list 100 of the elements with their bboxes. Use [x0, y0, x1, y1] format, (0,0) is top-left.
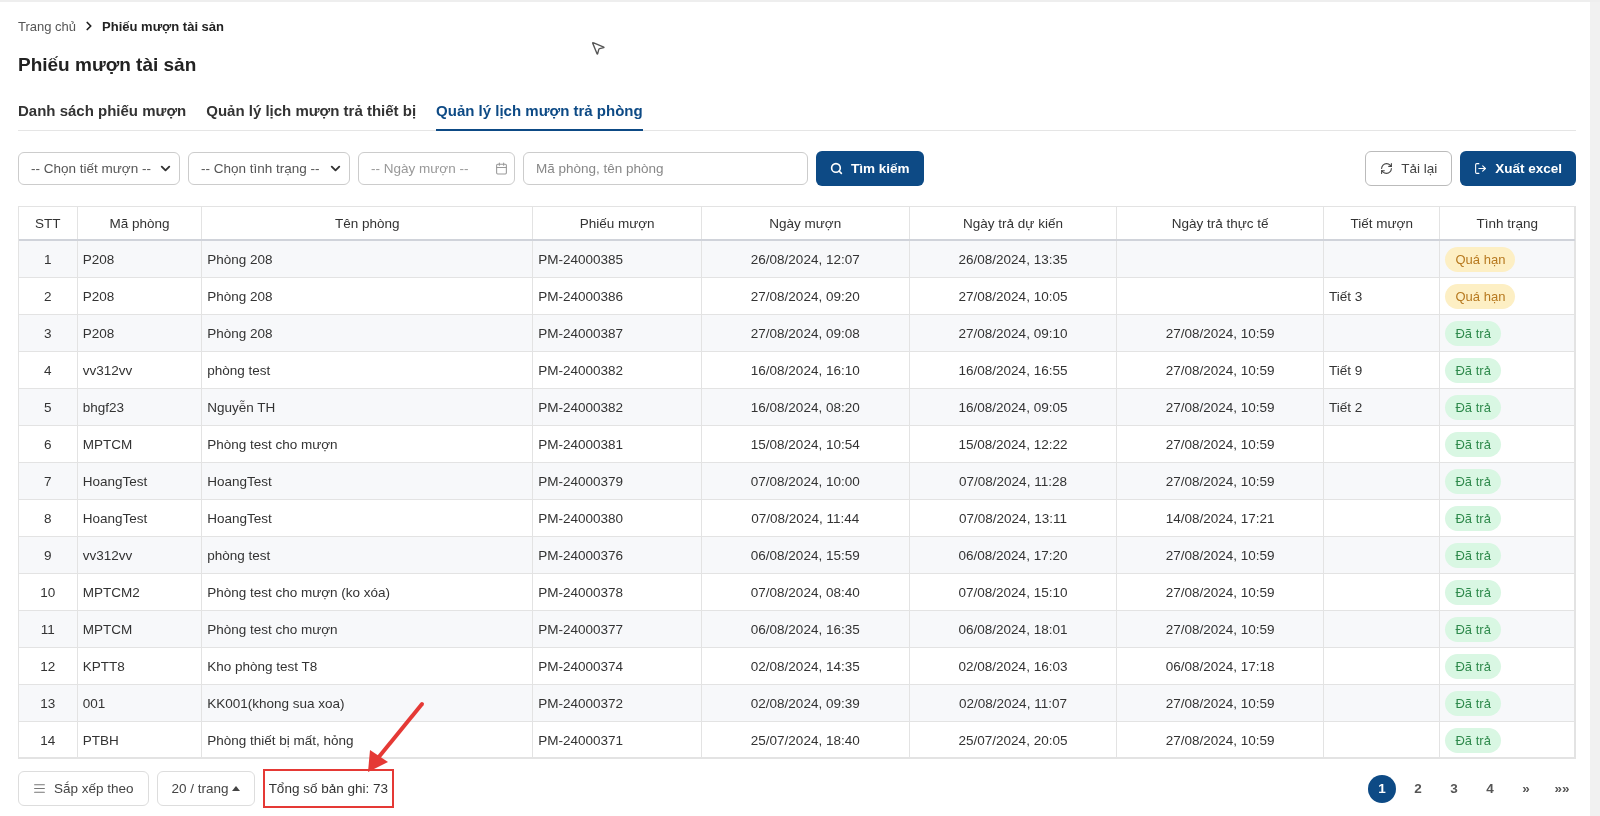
table-cell: P208 [77, 314, 202, 352]
table-cell: Phòng 208 [201, 277, 533, 315]
table-cell: 6 [19, 425, 78, 463]
tab[interactable]: Quản lý lịch mượn trả phòng [436, 102, 643, 131]
table-cell: 26/08/2024, 12:07 [701, 240, 910, 278]
page-button[interactable]: 1 [1368, 774, 1396, 803]
table-cell: 27/08/2024, 09:20 [701, 277, 910, 315]
table-cell: MPTCM2 [77, 573, 202, 611]
table-cell: PM-24000381 [532, 425, 702, 463]
table-cell: 07/08/2024, 11:28 [909, 462, 1117, 500]
table-cell: PM-24000374 [532, 647, 702, 685]
status-badge: Đã trả [1445, 357, 1501, 383]
table-cell: 27/08/2024, 10:59 [1116, 610, 1324, 648]
tab[interactable]: Quản lý lịch mượn trả thiết bị [206, 102, 417, 131]
table-cell: 15/08/2024, 10:54 [701, 425, 910, 463]
table-cell: 02/08/2024, 09:39 [701, 684, 910, 722]
table-cell: Kho phòng test T8 [201, 647, 533, 685]
table-cell: 06/08/2024, 17:18 [1116, 647, 1324, 685]
search-button[interactable]: Tìm kiếm [816, 151, 924, 186]
status-select[interactable]: -- Chọn tình trạng -- [188, 152, 350, 185]
table-cell: 15/08/2024, 12:22 [909, 425, 1117, 463]
table-cell: P208 [77, 240, 202, 278]
table-cell: HoangTest [201, 499, 533, 537]
table-cell: phòng test [201, 536, 533, 574]
table-cell: PM-24000372 [532, 684, 702, 722]
page-button[interactable]: 2 [1404, 774, 1432, 803]
table-cell: 27/08/2024, 10:59 [1116, 388, 1324, 426]
breadcrumb-link[interactable]: Trang chủ [18, 18, 77, 34]
table-cell: Tiết 2 [1323, 388, 1440, 426]
page-size-select[interactable]: 20 / trang [156, 771, 255, 806]
table-cell: 07/08/2024, 13:11 [909, 499, 1117, 537]
table-cell: bhgf23 [77, 388, 202, 426]
next-page-button[interactable]: » [1512, 774, 1540, 803]
table-cell: 06/08/2024, 16:35 [701, 610, 910, 648]
table-cell: 1 [19, 240, 78, 278]
table-cell: 2 [19, 277, 78, 315]
table-cell: 10 [19, 573, 78, 611]
table-cell: PM-24000371 [532, 721, 702, 757]
page-button[interactable]: 4 [1476, 774, 1504, 803]
table-cell: 001 [77, 684, 202, 722]
status-badge: Đã trả [1445, 468, 1501, 494]
table-cell: 14/08/2024, 17:21 [1116, 499, 1324, 537]
table-cell: 16/08/2024, 16:10 [701, 351, 910, 389]
table-cell: PM-24000387 [532, 314, 702, 352]
table-cell: KK001(khong sua xoa) [201, 684, 533, 722]
table-cell: vv312vv [77, 536, 202, 574]
table-cell: PM-24000386 [532, 277, 702, 315]
table-cell: PM-24000382 [532, 388, 702, 426]
page-button[interactable]: 3 [1440, 774, 1468, 803]
table-cell: 7 [19, 462, 78, 500]
table-cell: PTBH [77, 721, 202, 757]
status-badge: Đã trả [1445, 505, 1501, 531]
table-cell: 16/08/2024, 16:55 [909, 351, 1117, 389]
table-cell: 27/08/2024, 10:59 [1116, 573, 1324, 611]
table-cell: Phòng 208 [201, 314, 533, 352]
table-cell: PM-24000380 [532, 499, 702, 537]
table-cell: phòng test [201, 351, 533, 389]
table-cell: Nguyễn TH [201, 388, 533, 426]
table-cell: 3 [19, 314, 78, 352]
table-cell: 27/08/2024, 10:59 [1116, 462, 1324, 500]
calendar-icon [495, 162, 508, 175]
table-cell: 25/07/2024, 20:05 [909, 721, 1117, 757]
table-cell: Tiết 9 [1323, 351, 1440, 389]
export-button[interactable]: Xuất excel [1460, 151, 1576, 186]
table-cell: 07/08/2024, 10:00 [701, 462, 910, 500]
table-cell: 07/08/2024, 11:44 [701, 499, 910, 537]
table-cell: 25/07/2024, 18:40 [701, 721, 910, 757]
status-badge: Quá hạn [1445, 283, 1516, 309]
table-cell: MPTCM [77, 425, 202, 463]
table-cell: 06/08/2024, 15:59 [701, 536, 910, 574]
reload-button[interactable]: Tải lại [1365, 151, 1453, 186]
status-badge: Quá hạn [1445, 246, 1516, 272]
table-cell: 07/08/2024, 15:10 [909, 573, 1117, 611]
table-cell: 06/08/2024, 17:20 [909, 536, 1117, 574]
table-cell: 16/08/2024, 08:20 [701, 388, 910, 426]
last-page-button[interactable]: »» [1548, 774, 1576, 803]
table-cell: HoangTest [77, 499, 202, 537]
table-cell: Phòng test cho mượn (ko xóa) [201, 573, 533, 611]
table-cell: 27/08/2024, 09:10 [909, 314, 1117, 352]
table-cell: MPTCM [77, 610, 202, 648]
period-select[interactable]: -- Chọn tiết mượn -- [18, 152, 180, 185]
tab[interactable]: Danh sách phiếu mượn [18, 102, 187, 131]
caret-up-icon [231, 786, 240, 791]
table-cell: 8 [19, 499, 78, 537]
total-records: Tổng số bản ghi: 73 [262, 769, 394, 808]
status-badge: Đã trả [1445, 431, 1501, 457]
breadcrumb-current: Phiếu mượn tài sản [102, 18, 225, 34]
table-cell: 14 [19, 721, 78, 757]
status-badge: Đã trả [1445, 579, 1501, 605]
table-cell: 27/08/2024, 10:59 [1116, 314, 1324, 352]
table-cell: 26/08/2024, 13:35 [909, 240, 1117, 278]
search-field[interactable]: Mã phòng, tên phòng [523, 152, 808, 185]
status-badge: Đã trả [1445, 653, 1501, 679]
table-cell: HoangTest [201, 462, 533, 500]
table-cell: PM-24000376 [532, 536, 702, 574]
sort-button[interactable]: Sắp xếp theo [18, 771, 149, 806]
table-cell: 06/08/2024, 18:01 [909, 610, 1117, 648]
status-badge: Đã trả [1445, 690, 1501, 716]
table-cell: 07/08/2024, 08:40 [701, 573, 910, 611]
table-cell: 27/08/2024, 10:59 [1116, 425, 1324, 463]
